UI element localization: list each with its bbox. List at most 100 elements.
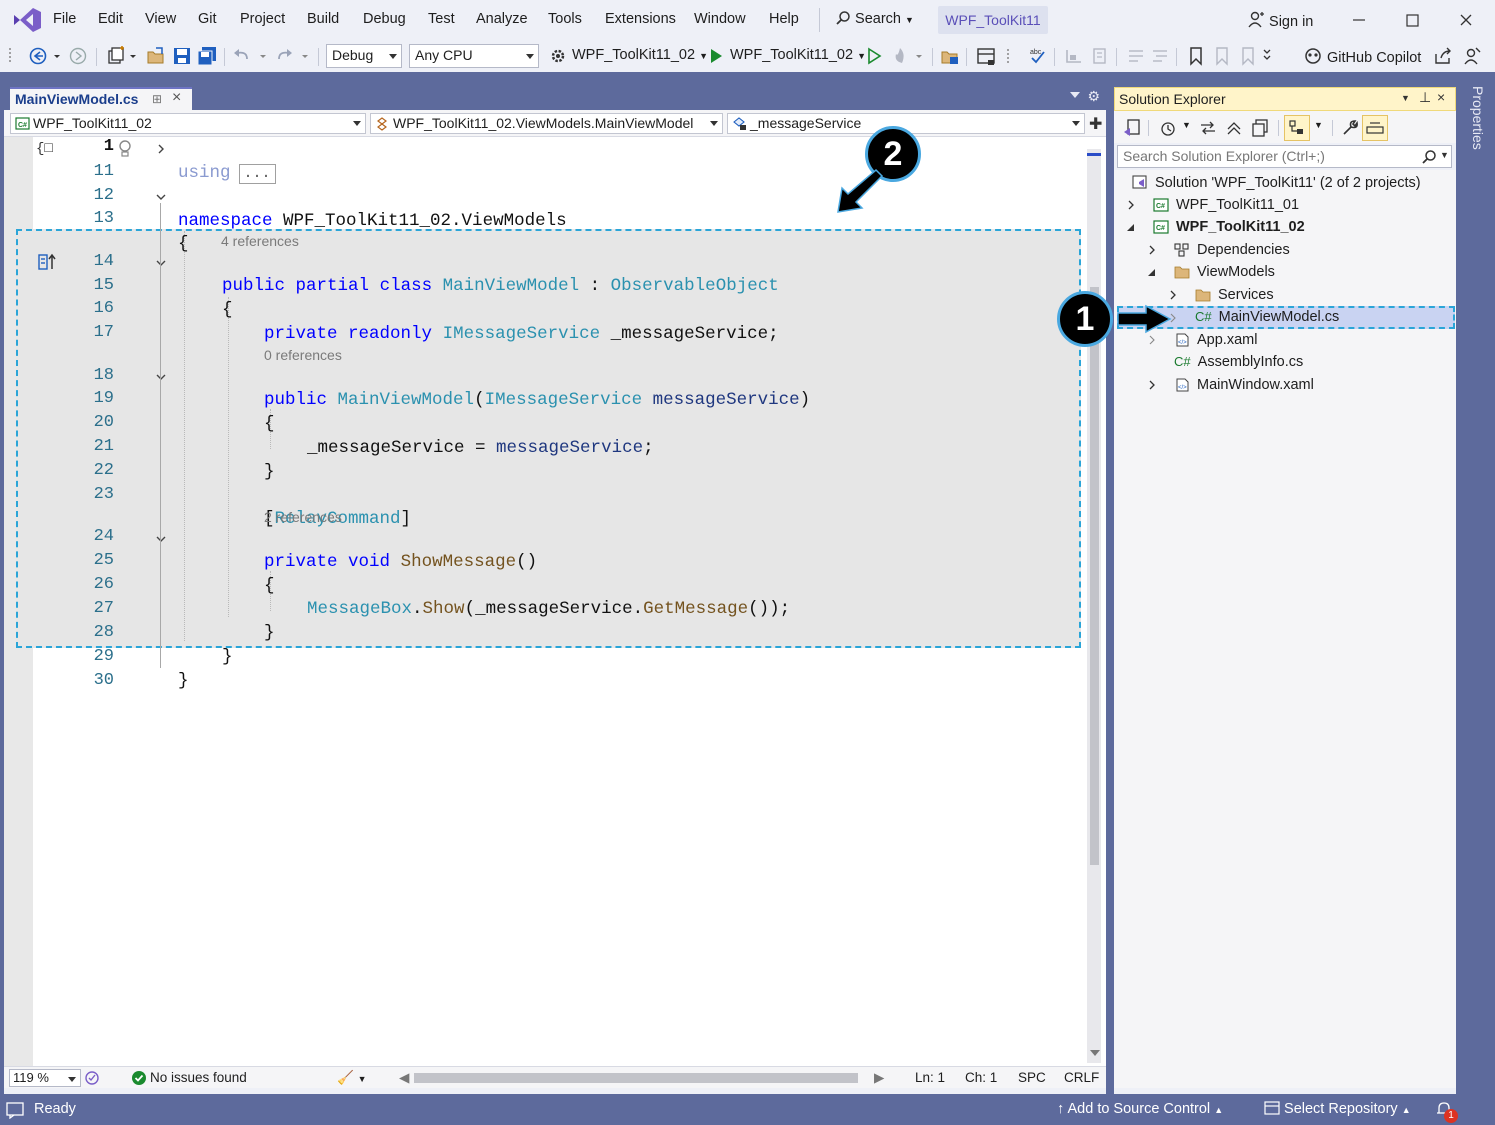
chevron-down-icon[interactable] [258,46,268,66]
menu-tools[interactable]: Tools [548,11,582,27]
toolbar-overflow-icon[interactable] [1262,46,1272,66]
tree-node-services[interactable]: Services [1195,284,1274,306]
tree-node-mainwindow-xaml[interactable]: </> MainWindow.xaml [1174,374,1314,396]
menu-test[interactable]: Test [428,11,455,27]
tree-node-viewmodels[interactable]: ViewModels [1174,261,1275,283]
sync-icon[interactable] [1198,118,1218,138]
github-copilot-button[interactable]: GitHub Copilot [1303,47,1421,66]
hot-reload-icon[interactable] [890,46,910,66]
collapsed-region-button[interactable]: ... [238,164,276,184]
project-dropdown[interactable]: C# WPF_ToolKit11_02 [10,113,366,134]
browse-folder-icon[interactable] [940,46,960,66]
step-icon[interactable] [1064,46,1084,66]
menu-analyze[interactable]: Analyze [476,11,528,27]
bookmark-icon[interactable] [1186,46,1206,66]
line-indicator[interactable]: Ln: 1 [915,1070,945,1085]
menu-debug[interactable]: Debug [363,11,406,27]
tab-overflow-icon[interactable] [1070,92,1080,98]
menu-window[interactable]: Window [694,11,746,27]
expand-arrow-icon[interactable] [1147,335,1157,345]
splitter[interactable] [1106,72,1114,1094]
close-icon[interactable] [1454,8,1478,32]
layout-icon[interactable] [976,46,996,66]
tree-node-assemblyinfo[interactable]: C# AssemblyInfo.cs [1174,351,1303,373]
maximize-icon[interactable] [1400,8,1424,32]
expand-arrow-icon[interactable] [1168,290,1178,300]
sign-in-button[interactable]: Sign in [1247,11,1313,30]
scroll-left-icon[interactable]: ◀ [399,1070,409,1086]
feedback-icon[interactable] [1462,46,1482,66]
collapse-arrow-icon[interactable] [1147,268,1157,278]
scroll-right-icon[interactable]: ▶ [874,1070,884,1086]
next-bookmark-icon[interactable] [1238,46,1258,66]
horizontal-scrollbar-thumb[interactable] [414,1073,858,1083]
start-debugging-icon[interactable] [706,46,726,66]
pin-icon[interactable]: ⊥ [1419,89,1431,106]
references-codelens[interactable]: 2 references [264,509,342,527]
code-editor[interactable]: {□ 1 11 12 13 14 15 16 17 18 19 20 21 22… [4,137,1106,1066]
switch-views-icon[interactable] [1122,118,1142,138]
solution-explorer-search-input[interactable]: Search Solution Explorer (Ctrl+;) ▼ [1117,145,1452,168]
menu-help[interactable]: Help [769,11,799,27]
navigate-forward-icon[interactable] [68,46,88,66]
configuration-select[interactable]: Debug [326,44,402,68]
run-target-button[interactable]: WPF_ToolKit11_02 ▼ [730,47,866,63]
tree-node-app-xaml[interactable]: </> App.xaml [1174,329,1257,351]
navigate-back-icon[interactable] [28,46,48,66]
show-all-files-icon[interactable] [1250,118,1270,138]
references-codelens[interactable]: 0 references [264,347,342,365]
chevron-down-icon[interactable]: ▼ [1182,120,1191,130]
menu-git[interactable]: Git [198,11,217,27]
collapse-all-icon[interactable] [1224,118,1244,138]
gear-icon[interactable]: ⚙ [1087,88,1100,105]
menu-extensions[interactable]: Extensions [605,11,676,27]
select-repository-button[interactable]: Select Repository ▲ [1264,1101,1411,1117]
search-icon[interactable] [1421,149,1437,165]
share-icon[interactable] [1433,46,1453,66]
properties-wrench-icon[interactable] [1340,118,1360,138]
references-codelens[interactable]: 4 references [221,233,299,251]
breakpoint-icon[interactable] [1090,46,1110,66]
spell-check-icon[interactable]: abc [1028,46,1048,66]
tree-node-dependencies[interactable]: Dependencies [1174,239,1290,261]
open-folder-icon[interactable] [146,46,166,66]
menu-project[interactable]: Project [240,11,285,27]
platform-select[interactable]: Any CPU [409,44,539,68]
whitespace-indicator[interactable]: SPC [1018,1070,1046,1085]
line-ending-indicator[interactable]: CRLF [1064,1070,1099,1085]
minimize-icon[interactable] [1347,8,1371,32]
preview-selected-items-icon[interactable] [1362,115,1388,141]
tree-node-mainviewmodel[interactable]: C# MainViewModel.cs [1195,306,1339,328]
chevron-down-icon[interactable]: ▼ [1314,120,1323,130]
issues-status[interactable]: No issues found [150,1070,247,1085]
chevron-down-icon[interactable] [914,46,924,66]
expand-arrow-icon[interactable] [1147,380,1157,390]
output-icon[interactable] [6,1101,24,1119]
comment-icon[interactable] [1126,46,1146,66]
collapse-arrow-icon[interactable] [1126,223,1136,233]
startup-project-select[interactable]: WPF_ToolKit11_02 ▼ [572,47,708,63]
window-position-icon[interactable]: ▼ [1401,93,1410,103]
chevron-down-icon[interactable]: ▼ [1440,150,1449,160]
uncomment-icon[interactable] [1150,46,1170,66]
close-tab-icon[interactable]: × [172,89,181,107]
tree-node-project-2[interactable]: C# WPF_ToolKit11_02 [1153,216,1305,238]
pin-icon[interactable]: ⊞ [152,92,162,106]
previous-bookmark-icon[interactable] [1212,46,1232,66]
menu-view[interactable]: View [145,11,176,27]
split-window-icon[interactable]: ✚ [1089,114,1102,134]
health-indicator-icon[interactable] [84,1070,100,1086]
menu-file[interactable]: File [53,11,76,27]
scroll-down-icon[interactable] [1090,1050,1100,1056]
close-icon[interactable]: × [1437,89,1445,105]
redo-icon[interactable] [274,46,294,66]
save-all-icon[interactable] [197,46,217,66]
track-active-item-icon[interactable] [1284,115,1310,141]
menu-build[interactable]: Build [307,11,339,27]
pending-changes-icon[interactable] [1158,118,1178,138]
visual-studio-logo-icon[interactable] [12,7,42,33]
undo-icon[interactable] [232,46,252,66]
add-to-source-control-button[interactable]: ↑ Add to Source Control ▲ [1057,1101,1223,1117]
column-indicator[interactable]: Ch: 1 [965,1070,997,1085]
new-project-icon[interactable] [106,46,126,66]
